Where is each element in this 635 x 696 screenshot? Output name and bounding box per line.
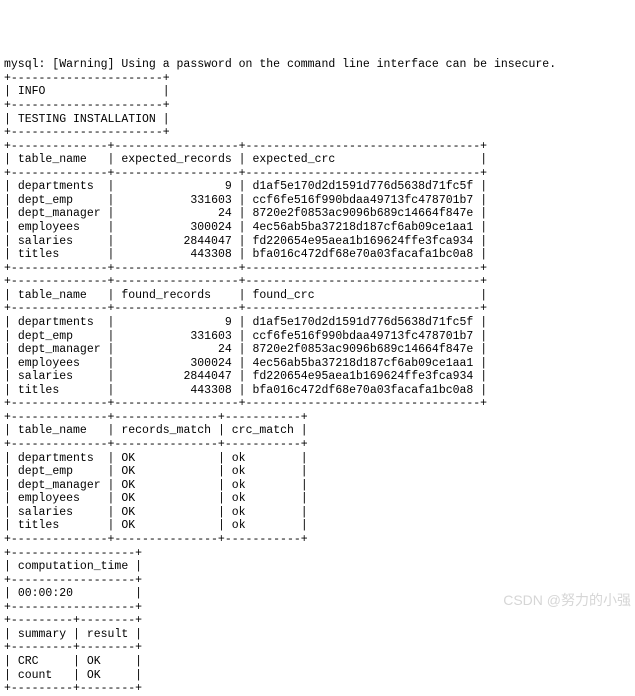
cell: employees [18,221,80,234]
cell: dept_emp [18,465,73,478]
col-header: computation_time [18,560,128,573]
cell: 2844047 [183,370,231,383]
cell: 4ec56ab5ba37218d187cf6ab09ce1aa1 [253,221,474,234]
cell: salaries [18,235,73,248]
cell: 443308 [190,248,231,261]
cell: d1af5e170d2d1591d776d5638d71fc5f [252,180,473,193]
cell: ok [232,452,246,465]
cell: titles [18,384,59,397]
col-header: table_name [18,153,87,166]
cell: OK [121,465,135,478]
cell: 9 [225,316,232,329]
cell: 300024 [190,221,231,234]
col-header: table_name [18,289,87,302]
col-header: expected_records [121,153,231,166]
col-header: table_name [18,424,87,437]
cell: 00:00:20 [18,587,73,600]
cell: fd220654e95aea1b169624ffe3fca934 [252,235,473,248]
warning-line: mysql: [Warning] Using a password on the… [4,58,556,71]
cell: ok [232,519,246,532]
col-header: expected_crc [252,153,335,166]
cell: titles [18,248,59,261]
watermark: CSDN @努力的小强 [503,592,631,609]
cell: 8720e2f0853ac9096b689c14664f847e [253,207,474,220]
cell: dept_manager [18,479,101,492]
cell: dept_manager [18,343,101,356]
cell: dept_manager [18,207,101,220]
cell: 2844047 [183,235,231,248]
col-header: result [87,628,128,641]
info-header: INFO [18,85,46,98]
cell: ok [232,465,246,478]
cell: employees [18,492,80,505]
col-header: crc_match [232,424,294,437]
cell: CRC [18,655,39,668]
cell: ccf6fe516f990bdaa49713fc478701b7 [253,194,474,207]
cell: ccf6fe516f990bdaa49713fc478701b7 [253,330,474,343]
cell: 4ec56ab5ba37218d187cf6ab09ce1aa1 [253,357,474,370]
cell: fd220654e95aea1b169624ffe3fca934 [252,370,473,383]
cell: bfa016c472df68e70a03facafa1bc0a8 [253,248,474,261]
cell: OK [87,669,101,682]
cell: OK [87,655,101,668]
cell: 9 [225,180,232,193]
cell: salaries [18,370,73,383]
col-header: summary [18,628,66,641]
cell: 300024 [190,357,231,370]
cell: departments [18,180,94,193]
cell: ok [232,506,246,519]
cell: ok [232,479,246,492]
cell: count [18,669,53,682]
cell: OK [121,506,135,519]
cell: dept_emp [18,194,73,207]
info-value: TESTING INSTALLATION [18,113,156,126]
cell: OK [121,492,135,505]
cell: departments [18,452,94,465]
col-header: records_match [121,424,211,437]
col-header: found_crc [252,289,314,302]
cell: 331603 [190,194,231,207]
cell: departments [18,316,94,329]
cell: titles [18,519,59,532]
cell: dept_emp [18,330,73,343]
cell: OK [121,519,135,532]
cell: OK [121,452,135,465]
col-header: found_records [121,289,211,302]
cell: 443308 [190,384,231,397]
cell: 331603 [190,330,231,343]
cell: 8720e2f0853ac9096b689c14664f847e [253,343,474,356]
cell: bfa016c472df68e70a03facafa1bc0a8 [253,384,474,397]
cell: ok [232,492,246,505]
cell: OK [121,479,135,492]
cell: employees [18,357,80,370]
cell: 24 [218,207,232,220]
cell: salaries [18,506,73,519]
cell: d1af5e170d2d1591d776d5638d71fc5f [252,316,473,329]
cell: 24 [218,343,232,356]
terminal-output: mysql: [Warning] Using a password on the… [4,58,556,695]
